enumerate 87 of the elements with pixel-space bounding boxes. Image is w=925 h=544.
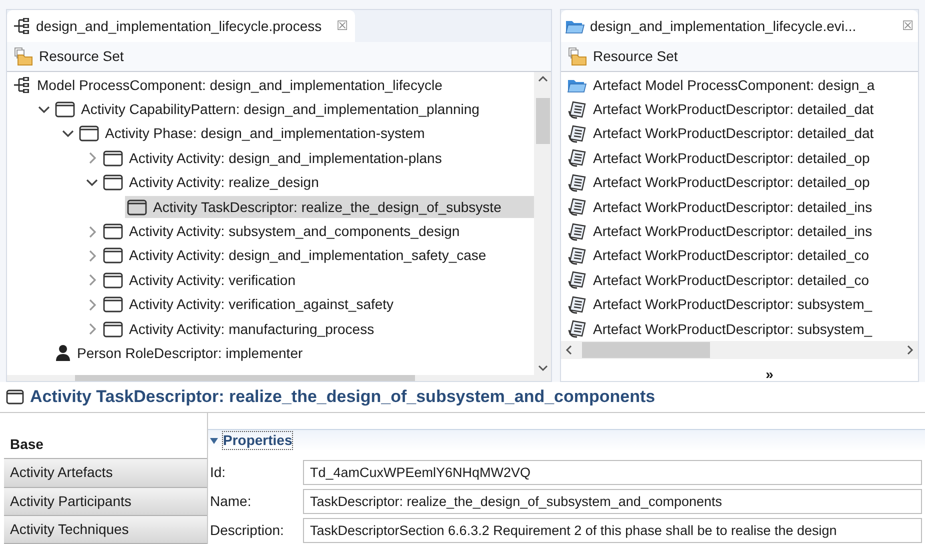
tree-item[interactable]: Activity Activity: design_and_implementation_safety_case: [101, 244, 488, 267]
tree-item[interactable]: Activity Activity: subsystem_and_components_design: [101, 220, 462, 243]
evidence-item[interactable]: Artefact WorkProductDescriptor: detailed_ins: [561, 219, 918, 244]
more-views-button[interactable]: »: [766, 367, 774, 381]
scrollbar-thumb[interactable]: [536, 98, 550, 144]
document-icon: [567, 124, 587, 143]
close-icon[interactable]: ☒: [326, 16, 349, 36]
resource-set-label: Resource Set: [567, 46, 678, 67]
evidence-item[interactable]: Artefact WorkProductDescriptor: detailed_co: [561, 244, 918, 268]
expanded-chevron-icon[interactable]: [86, 178, 98, 188]
text-field[interactable]: TaskDescriptor: realize_the_design_of_subsystem_and_components: [303, 489, 922, 514]
tree-item[interactable]: Model ProcessComponent: design_and_implementation_lifecycle: [11, 74, 444, 96]
tree-item[interactable]: Activity CapabilityPattern: design_and_implementation_planning: [53, 98, 482, 121]
activity-icon: [103, 320, 123, 338]
field-label: Description:: [209, 521, 285, 540]
vertical-scrollbar[interactable]: [534, 72, 551, 375]
properties-tab[interactable]: Activity Artefacts: [4, 459, 207, 488]
collapsed-chevron-icon[interactable]: [88, 323, 96, 336]
activity-icon: [79, 125, 99, 142]
document-icon: [567, 222, 587, 241]
evidence-item[interactable]: Artefact Model ProcessComponent: design_a: [561, 73, 918, 98]
field-label: Id:: [209, 463, 227, 482]
document-icon: [567, 174, 587, 192]
activity-icon: [103, 272, 123, 289]
document-icon: [567, 246, 587, 265]
collapse-triangle-icon[interactable]: [210, 436, 218, 444]
properties-tab[interactable]: Activity Participants: [4, 488, 207, 516]
text-field[interactable]: Td_4amCuxWPEemlY6NHqMW2VQ: [303, 460, 922, 485]
scrollbar-thumb[interactable]: [75, 375, 415, 381]
activity-icon: [127, 198, 147, 216]
horizontal-scrollbar[interactable]: [561, 341, 918, 360]
text-field[interactable]: TaskDescriptorSection 6.6.3.2 Requirement 2 of this phase shall be to realise the design: [303, 518, 922, 543]
activity-icon: [55, 101, 75, 118]
resource-set-label: Resource Set: [13, 46, 124, 67]
tree-item[interactable]: Activity Activity: verification_against_safety: [101, 294, 396, 316]
activity-icon: [103, 150, 123, 167]
tree-item[interactable]: Activity Activity: manufacturing_process: [101, 318, 376, 340]
evidence-item[interactable]: Artefact WorkProductDescriptor: subsystem_: [561, 292, 918, 317]
evidence-item[interactable]: Artefact WorkProductDescriptor: subsystem_: [561, 316, 918, 342]
evidence-item[interactable]: Artefact WorkProductDescriptor: detailed_ins: [561, 194, 918, 220]
evidence-item[interactable]: Artefact WorkProductDescriptor: detailed_co: [561, 268, 918, 293]
collapsed-chevron-icon[interactable]: [88, 298, 96, 311]
activity-icon: [6, 389, 24, 405]
evidence-item[interactable]: Artefact WorkProductDescriptor: detailed_op: [561, 170, 918, 195]
scrollbar-thumb[interactable]: [582, 342, 710, 358]
document-icon: [567, 271, 587, 290]
tree-item[interactable]: Person RoleDescriptor: implementer: [53, 342, 305, 364]
evidence-item[interactable]: Artefact WorkProductDescriptor: detailed_dat: [561, 122, 918, 146]
expanded-chevron-icon[interactable]: [38, 105, 50, 114]
expanded-chevron-icon[interactable]: [62, 129, 74, 138]
scroll-down-icon[interactable]: [538, 365, 548, 372]
editor-tab[interactable]: design_and_implementation_lifecycle.process ☒: [7, 10, 355, 42]
scroll-left-icon[interactable]: [565, 345, 572, 356]
activity-icon: [103, 247, 123, 264]
properties-tab[interactable]: Activity Techniques: [4, 516, 207, 544]
collapsed-chevron-icon[interactable]: [88, 226, 96, 238]
document-icon: [567, 198, 587, 216]
field-label: Name:: [209, 492, 252, 511]
collapsed-chevron-icon[interactable]: [88, 250, 96, 262]
resource-set-icon: [567, 47, 587, 66]
activity-icon: [103, 174, 123, 192]
collapsed-chevron-icon[interactable]: [88, 274, 96, 286]
properties-title: Activity TaskDescriptor: realize_the_design_of_subsystem_and_components: [30, 386, 656, 408]
activity-icon: [103, 296, 123, 314]
tree-item[interactable]: Activity Phase: design_and_implementation-system: [77, 122, 427, 145]
document-icon: [567, 296, 587, 314]
evidence-item[interactable]: Artefact WorkProductDescriptor: detailed_dat: [561, 97, 918, 122]
tree-item[interactable]: Activity Activity: verification: [101, 269, 298, 292]
tree-item[interactable]: Activity TaskDescriptor: realize_the_design_of_subsyste: [125, 196, 534, 218]
process-tree-icon: [13, 76, 31, 94]
tree-item[interactable]: Activity Activity: realize_design: [101, 172, 321, 194]
section-title[interactable]: Properties: [222, 430, 294, 450]
evidence-item[interactable]: Artefact WorkProductDescriptor: detailed_op: [561, 146, 918, 171]
horizontal-scrollbar[interactable]: [7, 375, 551, 381]
scroll-right-icon[interactable]: [907, 345, 914, 356]
document-icon: [567, 100, 587, 119]
scroll-up-icon[interactable]: [538, 75, 548, 82]
close-icon[interactable]: ☒: [892, 16, 914, 36]
document-icon: [567, 149, 587, 168]
process-tree-icon: [13, 17, 31, 35]
collapsed-chevron-icon[interactable]: [88, 152, 96, 164]
resource-set-icon: [13, 47, 33, 66]
person-icon: [55, 344, 71, 362]
activity-icon: [103, 223, 123, 240]
editor-tab[interactable]: design_and_implementation_lifecycle.evi... ☒: [561, 10, 918, 42]
tree-item[interactable]: Activity Activity: design_and_implementation-plans: [101, 147, 444, 170]
document-icon: [567, 320, 587, 338]
